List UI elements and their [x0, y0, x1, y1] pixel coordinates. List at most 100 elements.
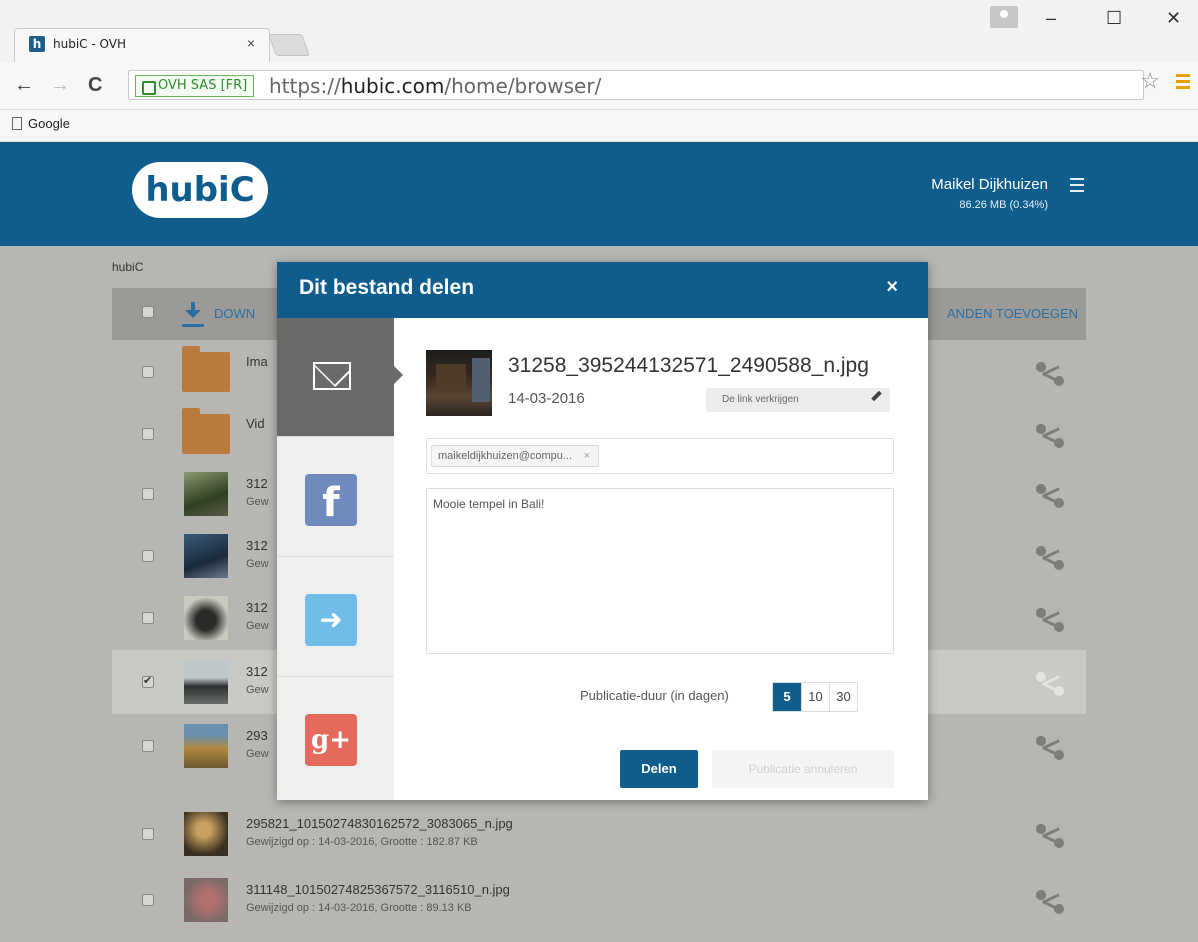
reload-button[interactable]: C	[88, 74, 102, 97]
tab-close-icon[interactable]: ×	[247, 35, 255, 51]
url-text: https://hubic.com/home/browser/	[269, 74, 602, 98]
download-button[interactable]: DOWN	[214, 306, 255, 321]
file-meta: Gew	[246, 684, 269, 696]
tab-email[interactable]	[277, 318, 403, 437]
address-bar[interactable]: OVH SAS [FR] https://hubic.com/home/brow…	[128, 70, 1144, 100]
row-checkbox[interactable]	[142, 488, 154, 500]
message-textarea[interactable]: Mooie tempel in Bali!	[426, 488, 894, 654]
file-row[interactable]: 295821_10150274830162572_3083065_n.jpg G…	[112, 802, 1086, 866]
file-meta: Gew	[246, 748, 269, 760]
twitter-icon: ➜	[305, 594, 357, 646]
file-name[interactable]: 312	[246, 476, 268, 491]
share-dialog: Dit bestand delen × f ➜ g+ 31258_3952441…	[277, 262, 928, 800]
duration-option-5[interactable]: 5	[773, 683, 801, 711]
maximize-button[interactable]: ☐	[1106, 8, 1122, 29]
tab-twitter[interactable]: ➜	[277, 558, 394, 677]
minimize-button[interactable]: –	[1046, 8, 1056, 29]
file-meta: Gew	[246, 496, 269, 508]
bookmarks-bar: Google	[0, 110, 1198, 142]
share-icon[interactable]	[1036, 890, 1064, 914]
file-name[interactable]: 311148_10150274825367572_3116510_n.jpg	[246, 882, 510, 897]
share-icon[interactable]	[1036, 672, 1064, 696]
get-link-button[interactable]: De link verkrijgen	[706, 388, 890, 412]
pencil-icon	[871, 390, 882, 402]
security-indicator[interactable]: OVH SAS [FR]	[135, 75, 255, 97]
file-row[interactable]: 311148_10150274825367572_3116510_n.jpg G…	[112, 868, 1086, 932]
share-icon[interactable]	[1036, 608, 1064, 632]
file-name[interactable]: 312	[246, 600, 268, 615]
image-thumbnail	[184, 472, 228, 516]
image-thumbnail	[184, 878, 228, 922]
row-checkbox[interactable]	[142, 550, 154, 562]
tab-google-plus[interactable]: g+	[277, 678, 394, 797]
breadcrumb[interactable]: hubiC	[112, 260, 143, 274]
folder-icon	[182, 408, 230, 454]
row-checkbox[interactable]	[142, 828, 154, 840]
file-name[interactable]: 312	[246, 664, 268, 679]
file-meta: Gew	[246, 558, 269, 570]
select-all-checkbox[interactable]	[142, 306, 154, 318]
user-info[interactable]: Maikel Dijkhuizen 86.26 MB (0.34%)	[931, 176, 1048, 211]
file-name[interactable]: 312	[246, 538, 268, 553]
user-menu-icon[interactable]	[1070, 178, 1084, 196]
row-checkbox[interactable]	[142, 612, 154, 624]
file-name[interactable]: Ima	[246, 354, 268, 369]
share-icon[interactable]	[1036, 424, 1064, 448]
file-name[interactable]: Vid	[246, 416, 265, 431]
share-icon[interactable]	[1036, 824, 1064, 848]
file-meta: Gewijzigd op : 14-03-2016, Grootte : 89.…	[246, 902, 472, 914]
storage-usage: 86.26 MB (0.34%)	[959, 199, 1048, 211]
browser-user-icon[interactable]	[990, 6, 1018, 28]
download-icon[interactable]	[182, 302, 204, 324]
browser-tab[interactable]: h hubiC - OVH ×	[14, 28, 270, 62]
share-button[interactable]: Delen	[620, 750, 698, 788]
tab-title: hubiC - OVH	[53, 37, 126, 51]
recipients-input[interactable]: maikeldijkhuizen@compu... ×	[426, 438, 894, 474]
bookmark-google[interactable]: Google	[12, 116, 70, 131]
duration-option-10[interactable]: 10	[801, 683, 829, 711]
folder-icon	[182, 346, 230, 392]
file-name[interactable]: 293	[246, 728, 268, 743]
add-files-button[interactable]: ANDEN TOEVOEGEN	[947, 306, 1078, 321]
row-checkbox[interactable]	[142, 428, 154, 440]
row-checkbox[interactable]	[142, 366, 154, 378]
email-share-panel: 31258_395244132571_2490588_n.jpg 14-03-2…	[394, 318, 928, 800]
facebook-icon: f	[305, 474, 357, 526]
app-header: hubiC Maikel Dijkhuizen 86.26 MB (0.34%)	[0, 142, 1198, 246]
close-icon[interactable]: ×	[886, 276, 898, 299]
hubic-favicon-icon: h	[29, 36, 45, 52]
window-close-button[interactable]: ✕	[1166, 8, 1181, 29]
duration-label: Publicatie-duur (in dagen)	[580, 688, 729, 703]
image-thumbnail	[184, 724, 228, 768]
row-checkbox[interactable]	[142, 894, 154, 906]
cancel-publication-button[interactable]: Publicatie annuleren	[712, 750, 894, 788]
share-icon[interactable]	[1036, 736, 1064, 760]
google-plus-icon: g+	[305, 714, 357, 766]
share-icon[interactable]	[1036, 546, 1064, 570]
shared-file-date: 14-03-2016	[508, 390, 585, 407]
share-channel-sidebar: f ➜ g+	[277, 318, 403, 800]
browser-menu-icon[interactable]	[1176, 74, 1190, 89]
image-thumbnail	[184, 812, 228, 856]
new-tab-button[interactable]	[267, 34, 311, 56]
row-checkbox[interactable]	[142, 674, 154, 688]
image-thumbnail	[184, 660, 228, 704]
duration-selector: 5 10 30	[772, 682, 858, 712]
remove-recipient-icon[interactable]: ×	[584, 446, 590, 466]
file-name[interactable]: 295821_10150274830162572_3083065_n.jpg	[246, 816, 513, 831]
share-icon[interactable]	[1036, 484, 1064, 508]
forward-button[interactable]: →	[50, 74, 70, 97]
row-checkbox[interactable]	[142, 740, 154, 752]
file-meta: Gewijzigd op : 14-03-2016, Grootte : 182…	[246, 836, 478, 848]
user-name: Maikel Dijkhuizen	[931, 176, 1048, 193]
hubic-logo[interactable]: hubiC	[132, 162, 268, 218]
envelope-icon	[313, 362, 351, 390]
shared-file-name: 31258_395244132571_2490588_n.jpg	[508, 354, 869, 377]
share-icon[interactable]	[1036, 362, 1064, 386]
back-button[interactable]: ←	[14, 74, 34, 97]
file-thumbnail	[426, 350, 492, 416]
bookmark-star-icon[interactable]: ☆	[1140, 68, 1160, 94]
duration-option-30[interactable]: 30	[829, 683, 857, 711]
tab-facebook[interactable]: f	[277, 438, 394, 557]
recipient-chip[interactable]: maikeldijkhuizen@compu... ×	[431, 445, 600, 467]
